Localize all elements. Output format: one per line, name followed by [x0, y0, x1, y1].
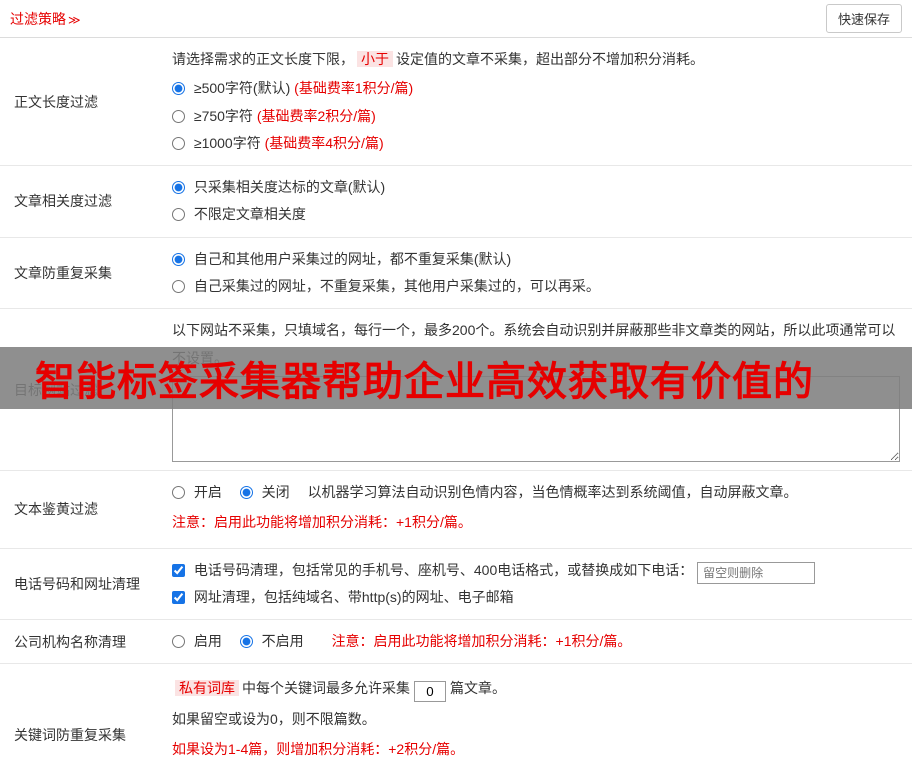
porn-filter-note: 注意：启用此功能将增加积分消耗：+1积分/篇。 — [172, 514, 472, 531]
radio-dedup-global[interactable]: 自己和其他用户采集过的网址，都不重复采集(默认) — [172, 246, 900, 273]
line-text: 篇文章。 — [450, 680, 506, 697]
radio-dedup-self-input[interactable] — [172, 280, 185, 294]
section-keyword-dedup: 关键词防重复采集 私有词库中每个关键词最多允许采集 篇文章。 如果留空或设为0，则… — [0, 664, 912, 768]
section-company-clean: 公司机构名称清理 启用 不启用 注意：启用此功能将增加积分消耗：+1积分/篇。 — [0, 620, 912, 665]
radio-label: 自己采集过的网址，不重复采集，其他用户采集过的，可以再采。 — [193, 278, 600, 295]
watermark-banner: 智能标签采集器帮助企业高效获取有价值的 — [0, 347, 912, 410]
max-articles-input[interactable] — [414, 681, 446, 703]
checkbox-label: 电话号码清理，包括常见的手机号、座机号、400电话格式，或替换成如下电话： — [193, 561, 694, 578]
checkbox-label: 网址清理，包括纯域名、带http(s)的网址、电子邮箱 — [193, 588, 514, 605]
row-label-company-clean: 公司机构名称清理 — [14, 633, 126, 650]
highlight-less-than: 小于 — [357, 51, 393, 67]
radio-label: 自己和其他用户采集过的网址，都不重复采集(默认) — [193, 250, 512, 267]
page-title-text: 过滤策略 — [10, 10, 66, 27]
company-clean-note: 注意：启用此功能将增加积分消耗：+1积分/篇。 — [331, 633, 632, 650]
keyword-dedup-line3: 如果设为1-4篇，则增加积分消耗：+2积分/篇。 — [172, 741, 465, 758]
desc-text: 请选择需求的正文长度下限， — [172, 51, 354, 67]
watermark-text: 智能标签采集器帮助企业高效获取有价值的 — [35, 360, 814, 405]
section-body-length: 正文长度过滤 请选择需求的正文长度下限， 小于 设定值的文章不采集，超出部分不增加积… — [0, 38, 912, 167]
radio-length-500[interactable]: ≥500字符(默认) (基础费率1积分/篇) — [172, 75, 900, 102]
row-label-dedup: 文章防重复采集 — [14, 265, 112, 282]
topbar: 过滤策略 ≫ 快速保存 — [0, 0, 912, 38]
section-phone-url-clean: 电话号码和网址清理 电话号码清理，包括常见的手机号、座机号、400电话格式，或替… — [0, 549, 912, 621]
radio-label: 不启用 — [261, 633, 304, 650]
radio-porn-off-input[interactable] — [239, 485, 253, 499]
radio-length-750[interactable]: ≥750字符 (基础费率2积分/篇) — [172, 103, 900, 130]
highlight-private-dict: 私有词库 — [175, 680, 239, 697]
fee-note: (基础费率1积分/篇) — [294, 80, 414, 97]
radio-length-1000-input[interactable] — [172, 136, 185, 150]
body-length-desc: 请选择需求的正文长度下限， 小于 设定值的文章不采集，超出部分不增加积分消耗。 — [172, 46, 900, 73]
fee-note: (基础费率4积分/篇) — [264, 134, 384, 151]
radio-length-500-input[interactable] — [172, 82, 185, 96]
keyword-dedup-line2: 如果留空或设为0，则不限篇数。 — [172, 710, 376, 727]
radio-porn-off[interactable]: 关闭 — [239, 483, 294, 500]
radio-dedup-global-input[interactable] — [172, 252, 185, 266]
radio-dedup-self[interactable]: 自己采集过的网址，不重复采集，其他用户采集过的，可以再采。 — [172, 273, 900, 300]
line-text: 中每个关键词最多允许采集 — [242, 680, 410, 697]
radio-relevance-strict-input[interactable] — [172, 181, 185, 195]
radio-company-off[interactable]: 不启用 — [239, 633, 308, 650]
desc-text: 设定值的文章不采集，超出部分不增加积分消耗。 — [396, 51, 704, 67]
radio-porn-on-input[interactable] — [172, 485, 185, 499]
checkbox-phone-clean[interactable]: 电话号码清理，包括常见的手机号、座机号、400电话格式，或替换成如下电话： — [172, 557, 900, 584]
radio-relevance-any[interactable]: 不限定文章相关度 — [172, 201, 900, 228]
checkbox-url-clean[interactable]: 网址清理，包括纯域名、带http(s)的网址、电子邮箱 — [172, 584, 900, 611]
section-relevance: 文章相关度过滤 只采集相关度达标的文章(默认) 不限定文章相关度 — [0, 166, 912, 238]
page-title[interactable]: 过滤策略 ≫ — [10, 9, 81, 29]
porn-filter-desc: 以机器学习算法自动识别色情内容，当色情概率达到系统阈值，自动屏蔽文章。 — [307, 483, 798, 500]
fee-note: (基础费率2积分/篇) — [256, 107, 376, 124]
section-dedup: 文章防重复采集 自己和其他用户采集过的网址，都不重复采集(默认) 自己采集过的网… — [0, 238, 912, 310]
radio-label: 不限定文章相关度 — [193, 206, 306, 223]
row-label-body-length: 正文长度过滤 — [14, 93, 98, 110]
radio-label: ≥1000字符 — [193, 134, 265, 151]
radio-label: 开启 — [193, 483, 222, 500]
keyword-dedup-line1: 私有词库中每个关键词最多允许采集 篇文章。 — [172, 675, 900, 703]
radio-label: ≥750字符 — [193, 107, 257, 124]
radio-label: 启用 — [193, 633, 222, 650]
radio-label: ≥500字符(默认) — [193, 80, 295, 97]
row-label-phone-url-clean: 电话号码和网址清理 — [14, 575, 140, 592]
replacement-phone-input[interactable] — [697, 561, 816, 584]
filter-settings-form: 正文长度过滤 请选择需求的正文长度下限， 小于 设定值的文章不采集，超出部分不增加积… — [0, 38, 912, 768]
section-porn-filter: 文本鉴黄过滤 开启 关闭 以机器学习算法自动识别色情内容，当色情概率达到系统阈值… — [0, 471, 912, 549]
section-target-site: 目标网站过滤 以下网站不采集，只填域名，每行一个，最多200个。系统会自动识别并… — [0, 309, 912, 471]
radio-company-on[interactable]: 启用 — [172, 633, 226, 649]
row-label-relevance: 文章相关度过滤 — [14, 193, 112, 210]
radio-relevance-any-input[interactable] — [172, 208, 185, 222]
radio-porn-on[interactable]: 开启 — [172, 484, 226, 500]
quick-save-button[interactable]: 快速保存 — [825, 4, 902, 33]
radio-company-off-input[interactable] — [239, 635, 253, 649]
radio-label: 关闭 — [261, 483, 290, 500]
chevron-double-icon: ≫ — [68, 12, 81, 27]
radio-company-on-input[interactable] — [172, 635, 185, 649]
checkbox-phone-clean-input[interactable] — [172, 563, 185, 577]
radio-length-750-input[interactable] — [172, 109, 185, 123]
radio-label: 只采集相关度达标的文章(默认) — [193, 179, 386, 196]
radio-relevance-strict[interactable]: 只采集相关度达标的文章(默认) — [172, 174, 900, 201]
row-label-porn-filter: 文本鉴黄过滤 — [14, 501, 98, 518]
row-label-keyword-dedup: 关键词防重复采集 — [14, 726, 126, 743]
checkbox-url-clean-input[interactable] — [172, 590, 185, 604]
radio-length-1000[interactable]: ≥1000字符 (基础费率4积分/篇) — [172, 130, 900, 157]
